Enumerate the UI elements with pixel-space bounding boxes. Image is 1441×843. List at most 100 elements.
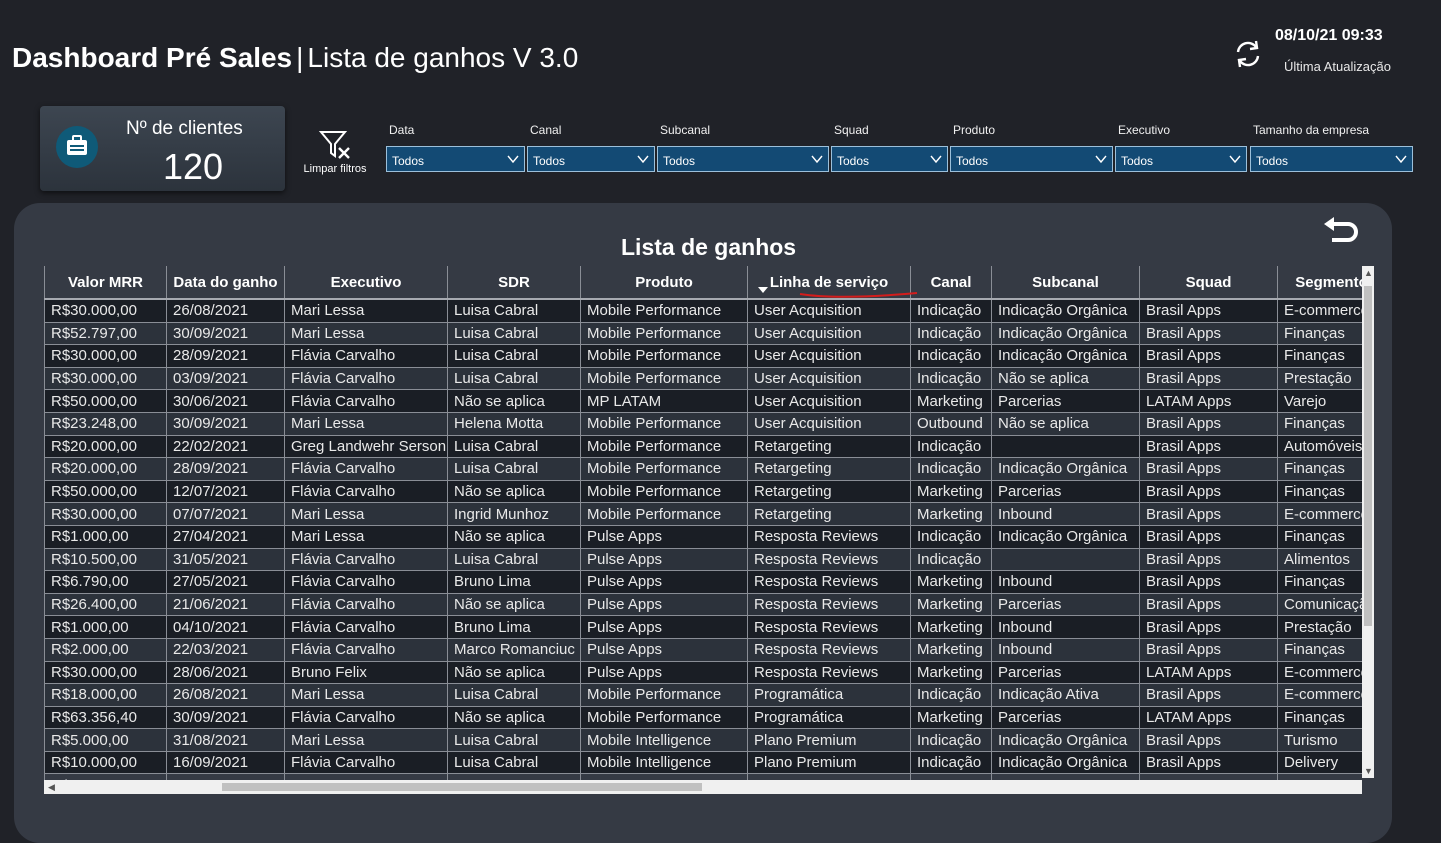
horizontal-scroll-thumb[interactable] [222, 783, 702, 791]
table-row[interactable]: R$6.790,00 27/05/2021 Flávia Carvalho Bruno… [44, 570, 1362, 594]
sort-descending-icon[interactable] [758, 287, 768, 293]
table-cell: Indicação Orgânica [991, 298, 1140, 323]
table-row[interactable]: R$20.000,00 28/09/2021 Flávia Carvalho Luis… [44, 457, 1362, 481]
filter-clear-icon [318, 131, 350, 159]
column-header[interactable]: SDR [447, 266, 581, 299]
table-cell: Finanças [1277, 411, 1362, 436]
table-row[interactable]: R$10.500,00 31/05/2021 Flávia Carvalho Luis… [44, 547, 1362, 572]
filter-label-canal: Canal [530, 123, 562, 137]
table-cell: Resposta Reviews [747, 660, 911, 685]
table-cell: Luisa Cabral [447, 434, 581, 459]
filter-dropdown-data[interactable]: Todos [386, 146, 525, 172]
filter-dropdown-produto[interactable]: Todos [950, 146, 1113, 172]
table-cell: Finanças [1277, 570, 1362, 594]
table-cell: Luisa Cabral [447, 298, 581, 323]
column-header[interactable]: Squad [1139, 266, 1278, 299]
table-row[interactable]: R$50.000,00 12/07/2021 Flávia Carvalho Não … [44, 479, 1362, 504]
filter-label-produto: Produto [953, 123, 996, 137]
table-cell: Marketing [910, 502, 992, 526]
column-header[interactable]: Produto [580, 266, 748, 299]
scroll-up-icon[interactable]: ▲ [1364, 268, 1373, 278]
table-cell: Indicação [910, 524, 992, 549]
table-cell: Programática [747, 683, 911, 707]
table-cell: Mari Lessa [284, 502, 448, 526]
table-cell: Indicação [910, 683, 992, 707]
table-cell: 30/09/2021 [166, 321, 285, 346]
column-header[interactable]: Canal [910, 266, 992, 299]
horizontal-scrollbar[interactable]: ◀ [44, 780, 1362, 794]
table-cell: Flávia Carvalho [284, 750, 448, 775]
refresh-icon[interactable] [1232, 38, 1264, 70]
scroll-left-icon[interactable]: ◀ [48, 782, 55, 793]
table-row[interactable]: R$26.400,00 21/06/2021 Flávia Carvalho Não … [44, 592, 1362, 617]
table-cell: Parcerias [991, 479, 1140, 504]
scroll-down-icon[interactable]: ▼ [1364, 766, 1373, 776]
table-cell: E-commerce [1277, 502, 1362, 526]
page-title: Dashboard Pré Sales | Lista de ganhos V 3.… [12, 42, 579, 73]
filter-dropdown-canal[interactable]: Todos [527, 146, 655, 172]
table-cell: R$30.000,00 [44, 298, 167, 323]
filter-dropdown-squad[interactable]: Todos [831, 146, 948, 172]
table-row[interactable]: R$20.000,00 22/02/2021 Greg Landwehr Serso… [44, 434, 1362, 459]
column-header[interactable]: Data do ganho [166, 266, 285, 299]
table-row[interactable]: R$52.797,00 30/09/2021 Mari Lessa Luisa Cab… [44, 321, 1362, 346]
table-cell: Bruno Lima [447, 570, 581, 594]
column-header[interactable]: Valor MRR [44, 266, 167, 299]
filter-dropdown-subcanal[interactable]: Todos [657, 146, 829, 172]
filter-dropdown-executivo[interactable]: Todos [1115, 146, 1247, 172]
filter-label-subcanal: Subcanal [660, 123, 711, 137]
update-label: Última Atualização [1284, 59, 1391, 74]
vertical-scroll-thumb[interactable] [1364, 286, 1372, 626]
table-row[interactable]: R$30.000,00 26/08/2021 Mari Lessa Luisa Cab… [44, 298, 1362, 323]
table-cell: Marketing [910, 615, 992, 639]
table-cell: User Acquisition [747, 366, 911, 391]
column-header[interactable]: Subcanal [991, 266, 1140, 299]
table-row[interactable]: R$63.356,40 30/09/2021 Flávia Carvalho Não … [44, 705, 1362, 730]
column-header[interactable]: Segmento [1277, 266, 1362, 299]
table-row[interactable]: R$23.248,00 30/09/2021 Mari Lessa Helena Mo… [44, 411, 1362, 436]
table-cell: Brasil Apps [1139, 547, 1278, 572]
briefcase-icon [56, 126, 98, 168]
table-cell: E-commerce [1277, 660, 1362, 685]
table-cell: R$2.000,00 [44, 637, 167, 662]
table-row[interactable]: R$2.000,00 22/03/2021 Flávia Carvalho Marco… [44, 637, 1362, 662]
filter-dropdown-tamanho[interactable]: Todos [1250, 146, 1413, 172]
column-header[interactable]: Executivo [284, 266, 448, 299]
table-cell: Mari Lessa [284, 524, 448, 549]
table-cell: Indicação [910, 750, 992, 775]
table-cell: R$5.000,00 [44, 728, 167, 752]
table-row[interactable]: R$5.000,00 31/08/2021 Mari Lessa Luisa Cabr… [44, 728, 1362, 752]
table-cell: 21/06/2021 [166, 592, 285, 617]
table-cell: Pulse Apps [580, 660, 748, 685]
table-row[interactable]: R$18.000,00 26/08/2021 Mari Lessa Luisa Cab… [44, 683, 1362, 707]
table-row[interactable]: R$30.000,00 03/09/2021 Flávia Carvalho Luis… [44, 366, 1362, 391]
table-row[interactable]: R$10.000,00 16/09/2021 Flávia Carvalho Luis… [44, 750, 1362, 775]
table-cell: Não se aplica [447, 660, 581, 685]
table-cell: Mobile Performance [580, 321, 748, 346]
table-row[interactable]: SE]R$30.000,0028/06/2021Bruno FelixNão s… [44, 660, 1362, 685]
table-cell [991, 434, 1140, 459]
filter-label-tamanho: Tamanho da empresa [1253, 123, 1370, 137]
table-row[interactable]: R$30.000,00 28/09/2021 Flávia Carvalho Luis… [44, 344, 1362, 368]
table-cell: Luisa Cabral [447, 344, 581, 368]
table-row[interactable]: R$50.000,00 30/06/2021 Flávia Carvalho Não … [44, 389, 1362, 413]
clear-filters-button[interactable]: Limpar filtros [300, 128, 370, 180]
table-cell: Marketing [910, 660, 992, 685]
table-cell: Brasil Apps [1139, 411, 1278, 436]
table-cell: Brasil Apps [1139, 366, 1278, 391]
vertical-scrollbar[interactable]: ▲ ▼ [1362, 266, 1374, 778]
table-cell: Comunicação [1277, 592, 1362, 617]
table-cell: Flávia Carvalho [284, 389, 448, 413]
table-cell: Mobile Intelligence [580, 750, 748, 775]
table-cell: Finanças [1277, 321, 1362, 346]
table-row[interactable]: R$30.000,00 07/07/2021 Mari Lessa Ingrid Mu… [44, 502, 1362, 526]
table-row[interactable]: R$1.000,00 04/10/2021 Flávia Carvalho Bruno… [44, 615, 1362, 639]
wins-table[interactable]: Valor MRR Data do ganho Executivo SDR Produt… [44, 266, 1362, 783]
table-cell: User Acquisition [747, 321, 911, 346]
back-arrow-icon[interactable] [1322, 215, 1360, 247]
table-cell: Mobile Performance [580, 683, 748, 707]
table-cell: Pulse Apps [580, 637, 748, 662]
table-row[interactable]: R$1.000,00 27/04/2021 Mari Lessa Não se apl… [44, 524, 1362, 549]
table-cell: 22/03/2021 [166, 637, 285, 662]
table-cell: R$10.000,00 [44, 750, 167, 775]
